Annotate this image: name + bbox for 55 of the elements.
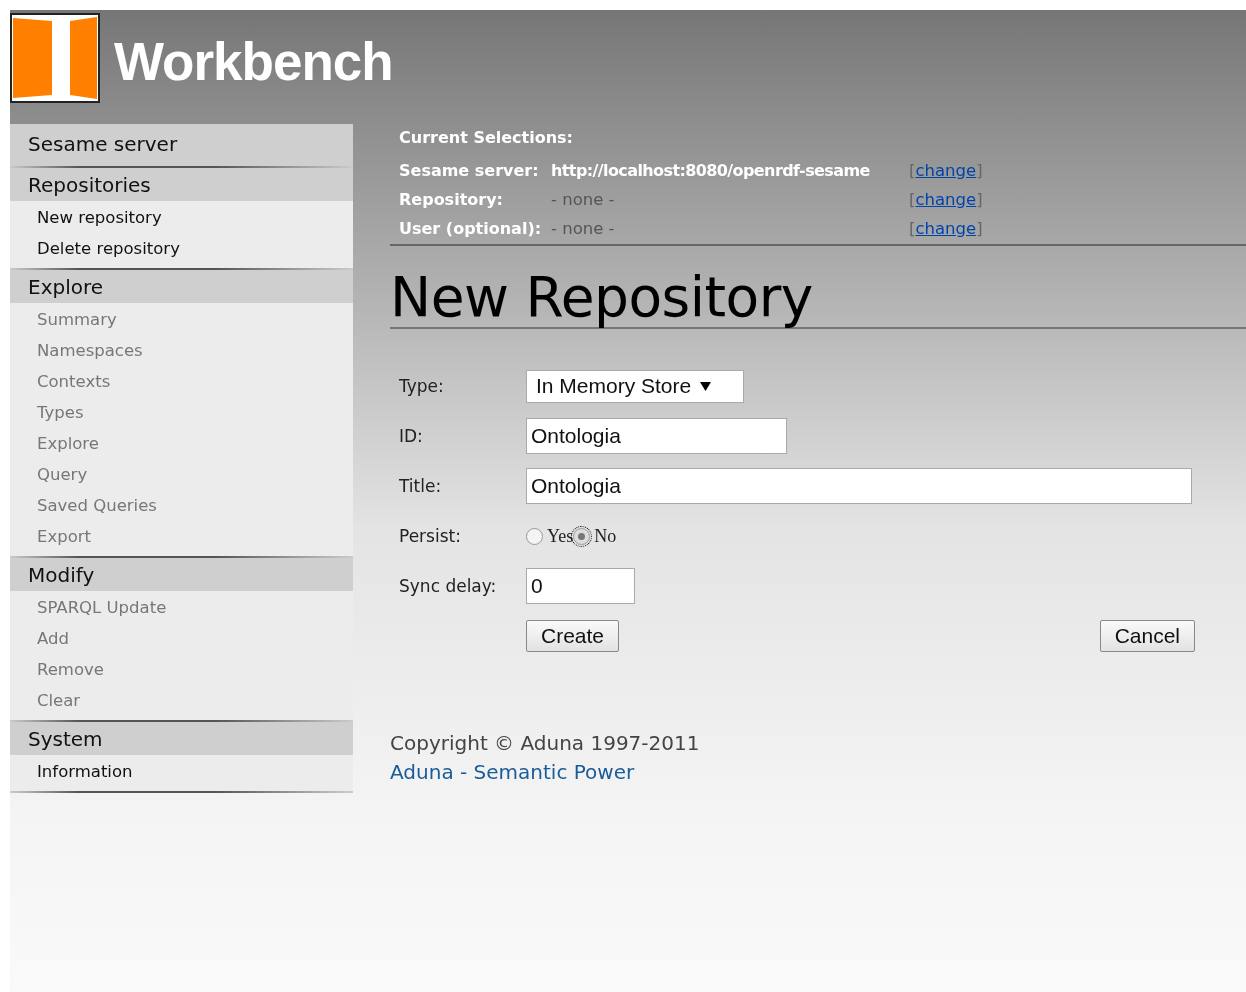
sidebar-heading: Repositories: [10, 166, 353, 201]
sidebar-item: Remove: [36, 659, 105, 681]
bracket: ]: [976, 219, 983, 238]
field-label: Persist:: [399, 526, 462, 546]
selection-value: http://localhost:8080/openrdf-sesame: [551, 161, 871, 180]
radio-button[interactable]: [526, 527, 543, 545]
sidebar-heading: System: [10, 720, 353, 755]
sidebar-item: Explore: [36, 433, 100, 455]
input-field[interactable]: Ontologia: [526, 468, 1192, 504]
sidebar-item: Add: [36, 628, 70, 650]
sidebar-heading: Explore: [10, 268, 353, 303]
app-title: Workbench: [114, 30, 393, 92]
field-label: Sync delay:: [399, 576, 498, 596]
sidebar-item: Export: [36, 526, 92, 548]
selections-heading: Current Selections:: [399, 127, 574, 149]
sidebar-item[interactable]: Information: [10, 756, 353, 787]
sidebar-item: Saved Queries: [36, 495, 158, 517]
sidebar-item[interactable]: Delete repository: [10, 233, 353, 264]
sidebar-item: Types: [36, 402, 85, 424]
copyright-text: Copyright © Aduna 1997-2011: [390, 730, 701, 757]
create-button[interactable]: Create: [526, 620, 620, 652]
sidebar-item: Contexts: [36, 371, 112, 393]
page-title: New Repository: [390, 268, 1246, 329]
input-field[interactable]: 0: [526, 568, 635, 604]
field-label: ID:: [399, 426, 424, 446]
selection-label: Repository:: [399, 190, 504, 209]
cancel-button[interactable]: Cancel: [1099, 620, 1195, 652]
bracket: [: [909, 161, 916, 180]
sidebar-item: Query: [36, 464, 89, 486]
radio-label: No: [594, 525, 617, 547]
sidebar-heading: Sesame server: [10, 124, 353, 166]
bracket: ]: [976, 161, 983, 180]
logo-icon: [10, 13, 100, 103]
input-field[interactable]: Ontologia: [526, 418, 787, 454]
field-label: Title:: [399, 476, 443, 496]
selection-value: - none -: [551, 190, 616, 209]
sidebar-item: Summary: [36, 309, 118, 331]
bracket: [: [909, 219, 916, 238]
type-dropdown[interactable]: In Memory Store: [526, 369, 744, 403]
bracket: ]: [976, 190, 983, 209]
change-link[interactable]: change: [915, 219, 977, 238]
sidebar-item[interactable]: New repository: [10, 202, 353, 233]
selection-value: - none -: [551, 219, 616, 238]
sidebar-item: SPARQL Update: [36, 597, 168, 619]
footer-link[interactable]: Aduna - Semantic Power: [390, 758, 1246, 787]
sidebar-heading: Modify: [10, 556, 353, 591]
radio-label: Yes: [547, 525, 574, 547]
field-label: Type:: [399, 376, 445, 396]
sidebar-item: Clear: [36, 690, 82, 712]
selection-label: User (optional):: [399, 219, 543, 238]
caret-icon: [700, 381, 712, 391]
selection-label: Sesame server:: [399, 161, 540, 180]
sidebar-item: Namespaces: [36, 340, 144, 362]
bracket: [: [909, 190, 916, 209]
radio-button[interactable]: [573, 527, 591, 545]
